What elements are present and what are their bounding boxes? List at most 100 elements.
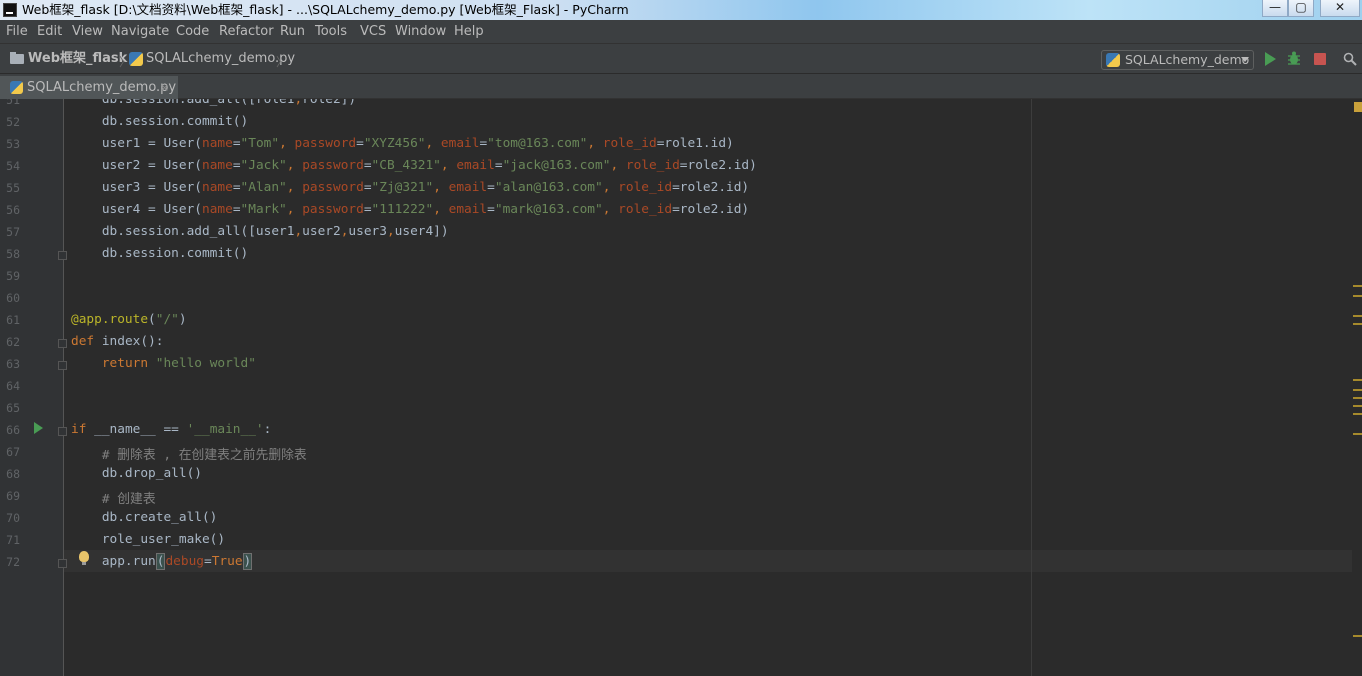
line-number: 57 (6, 225, 20, 239)
warning-marker[interactable] (1353, 413, 1362, 415)
close-tab-icon[interactable]: × (160, 76, 169, 99)
code-token: = (479, 136, 488, 151)
menu-help[interactable]: Help (454, 20, 484, 44)
breadcrumb-file[interactable]: SQLALchemy_demo.py (146, 44, 295, 74)
warning-marker[interactable] (1353, 323, 1362, 325)
code-token: db.session.commit() (71, 246, 249, 261)
lightbulb-icon[interactable] (79, 551, 89, 565)
code-token: db.drop_all() (71, 466, 202, 481)
warning-status-icon[interactable] (1354, 102, 1362, 112)
menu-edit[interactable]: Edit (37, 20, 62, 44)
warning-marker[interactable] (1353, 379, 1362, 381)
window-title-bar: Web框架_flask [D:\文档资料\Web框架_flask] - ...\… (0, 0, 1362, 20)
code-line[interactable]: return "hello world" (71, 356, 256, 371)
code-token: db.session.add_all([role1 (71, 99, 295, 107)
maximize-icon: ▢ (1295, 0, 1307, 14)
warning-marker[interactable] (1353, 285, 1362, 287)
close-window-button[interactable]: ✕ (1320, 0, 1360, 17)
fold-marker-icon[interactable] (58, 339, 67, 348)
line-number: 65 (6, 401, 20, 415)
menu-run[interactable]: Run (280, 20, 305, 44)
line-number: 72 (6, 555, 20, 569)
python-file-icon (129, 52, 143, 66)
code-token: debug (165, 554, 204, 569)
code-token: = (232, 158, 241, 173)
code-line[interactable]: user3 = User(name="Alan", password="Zj@3… (71, 180, 749, 195)
fold-marker-icon[interactable] (58, 361, 67, 370)
warning-marker[interactable] (1353, 295, 1362, 297)
fold-marker-icon[interactable] (58, 559, 67, 568)
menu-tools[interactable]: Tools (315, 20, 347, 44)
minimize-button[interactable]: — (1262, 0, 1288, 17)
code-token: "tom@163.com" (487, 136, 588, 151)
code-token: '__main__' (186, 422, 264, 437)
warning-marker[interactable] (1353, 433, 1362, 435)
maximize-button[interactable]: ▢ (1288, 0, 1314, 17)
code-token: index (101, 334, 141, 349)
line-number: 51 (6, 99, 20, 107)
menu-file[interactable]: File (6, 20, 28, 44)
code-token: password (302, 180, 364, 195)
code-token: , (286, 158, 303, 173)
code-line[interactable]: db.session.add_all([user1,user2,user3,us… (71, 224, 449, 239)
code-token: "Mark" (240, 202, 287, 217)
search-icon[interactable] (1343, 52, 1357, 66)
code-line[interactable]: db.create_all() (71, 510, 218, 525)
menu-window[interactable]: Window (395, 20, 446, 44)
breadcrumb-project[interactable]: Web框架_flask (28, 44, 127, 74)
code-token: user3 = User( (71, 180, 202, 195)
code-line[interactable]: def index(): (71, 334, 163, 349)
code-token: ( (155, 553, 166, 570)
run-configuration-select[interactable]: SQLALchemy_demo (1101, 50, 1254, 70)
run-gutter-icon[interactable] (34, 422, 43, 434)
line-number: 68 (6, 467, 20, 481)
code-line[interactable]: user4 = User(name="Mark", password="1112… (71, 202, 749, 217)
code-token: "111222" (371, 202, 434, 217)
code-line[interactable]: # 创建表 (71, 488, 156, 507)
code-line[interactable]: role_user_make() (71, 532, 225, 547)
code-line[interactable]: user2 = User(name="Jack", password="CB_4… (71, 158, 757, 173)
warning-marker[interactable] (1353, 405, 1362, 407)
code-token: name (201, 202, 233, 217)
code-line[interactable]: db.session.add_all([role1,role2]) (71, 99, 356, 107)
code-line[interactable]: db.session.commit() (71, 246, 248, 261)
code-token: = (356, 136, 364, 151)
code-line[interactable]: # 删除表 , 在创建表之前先删除表 (71, 444, 307, 463)
pycharm-app-icon (3, 3, 17, 17)
code-line[interactable]: db.session.commit() (71, 114, 248, 129)
menu-refactor[interactable]: Refactor (219, 20, 274, 44)
menu-navigate[interactable]: Navigate (111, 20, 169, 44)
menu-view[interactable]: View (72, 20, 103, 44)
tab-sqlalchemy-demo[interactable]: SQLALchemy_demo.py × (0, 76, 178, 99)
code-token: , (286, 180, 303, 195)
menu-vcs[interactable]: VCS (360, 20, 386, 44)
menu-code[interactable]: Code (176, 20, 209, 44)
code-token: user2 = User( (71, 158, 202, 173)
warning-marker[interactable] (1353, 635, 1362, 637)
stop-icon[interactable] (1314, 53, 1326, 65)
fold-marker-icon[interactable] (58, 251, 67, 260)
warning-marker[interactable] (1353, 315, 1362, 317)
code-token: ( (148, 312, 156, 327)
code-line[interactable]: db.drop_all() (71, 466, 202, 481)
code-token: ) (178, 312, 187, 327)
code-line[interactable]: @app.route("/") (71, 312, 187, 327)
code-token: user4 = User( (71, 202, 202, 217)
code-token: =role2.id) (672, 202, 750, 217)
code-token: user2 (302, 224, 341, 239)
error-stripe[interactable] (1352, 99, 1362, 676)
code-token: "CB_4321" (371, 158, 441, 173)
code-token: name (201, 136, 233, 151)
code-line[interactable]: user1 = User(name="Tom", password="XYZ45… (71, 136, 734, 151)
code-line[interactable]: if __name__ == '__main__': (71, 422, 271, 437)
code-token: email (448, 180, 488, 195)
debug-icon[interactable] (1287, 51, 1301, 66)
run-icon[interactable] (1265, 52, 1276, 66)
code-line[interactable]: app.run(debug=True) (71, 553, 253, 570)
code-editor[interactable]: 51 db.session.add_all([role1,role2]) 52 d… (0, 99, 1362, 676)
code-token: email (440, 136, 480, 151)
warning-marker[interactable] (1353, 389, 1362, 391)
fold-marker-icon[interactable] (58, 427, 67, 436)
warning-marker[interactable] (1353, 397, 1362, 399)
